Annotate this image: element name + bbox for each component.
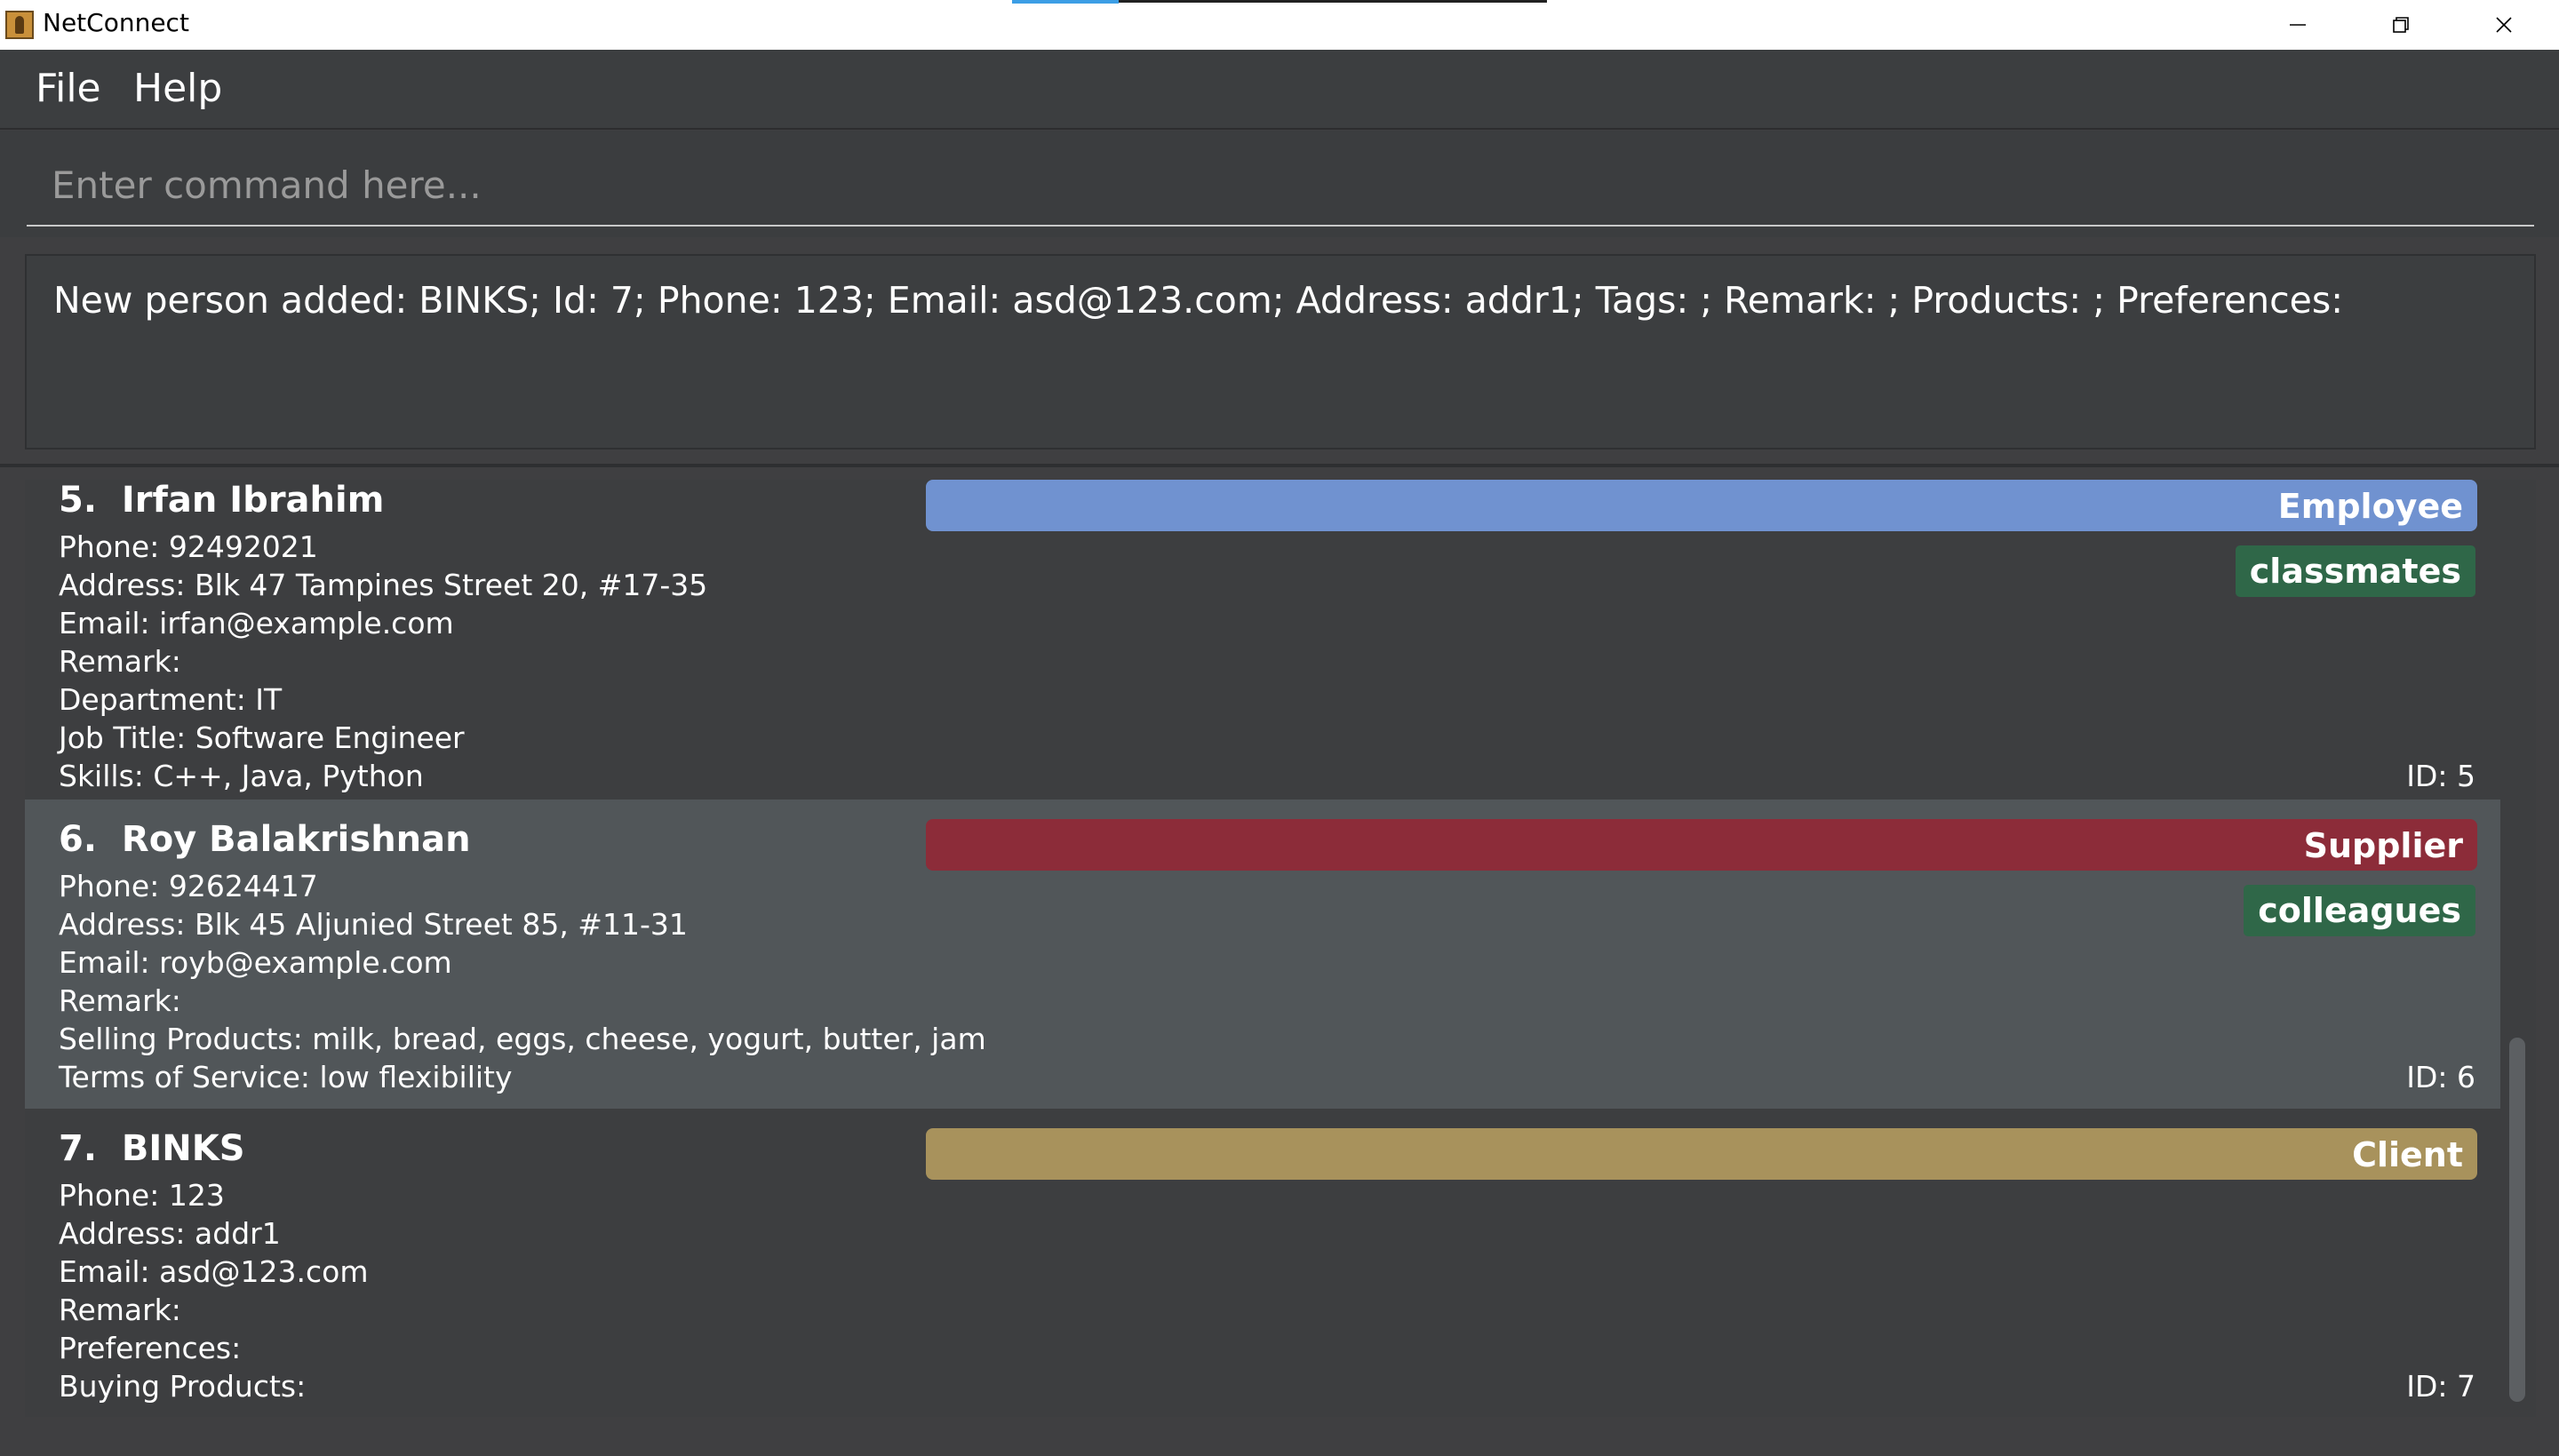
role-label: Client: [2352, 1135, 2463, 1174]
email-field: Email: royb@example.com: [59, 945, 452, 980]
app-logo-icon: [5, 11, 34, 39]
remark-field: Remark:: [59, 644, 181, 679]
person-name: 7. BINKS: [59, 1128, 245, 1169]
person-list[interactable]: 5. Irfan Ibrahim Employee classmates Pho…: [25, 480, 2536, 1417]
app-window: NetConnect File Help New person added: B…: [0, 0, 2559, 1456]
restore-button[interactable]: [2349, 0, 2452, 50]
role-label: Employee: [2277, 487, 2463, 526]
phone-field: Phone: 92492021: [59, 529, 318, 564]
status-bar: [0, 1418, 2559, 1456]
remark-field: Remark:: [59, 983, 181, 1018]
address-field: Address: Blk 47 Tampines Street 20, #17-…: [59, 568, 708, 602]
email-field: Email: asd@123.com: [59, 1254, 369, 1289]
person-name-text: Roy Balakrishnan: [121, 819, 471, 860]
selling-products-field: Selling Products: milk, bread, eggs, che…: [59, 1022, 986, 1056]
person-index: 6.: [59, 819, 98, 860]
title-bar: NetConnect: [0, 0, 2559, 50]
job-title-field: Job Title: Software Engineer: [59, 720, 465, 755]
tag-badge: classmates: [2235, 545, 2475, 597]
list-scrollbar[interactable]: [2504, 480, 2536, 1417]
phone-field: Phone: 123: [59, 1178, 225, 1213]
person-id: ID: 6: [2406, 1060, 2475, 1094]
person-card[interactable]: 6. Roy Balakrishnan Supplier colleagues …: [25, 800, 2500, 1109]
menu-file[interactable]: File: [28, 64, 108, 113]
role-badge: Employee: [926, 480, 2477, 531]
result-display: New person added: BINKS; Id: 7; Phone: 1…: [25, 254, 2536, 450]
window-title: NetConnect: [43, 8, 189, 37]
person-card[interactable]: 5. Irfan Ibrahim Employee classmates Pho…: [25, 480, 2500, 800]
command-box: [0, 131, 2559, 237]
person-name-text: Irfan Ibrahim: [121, 480, 385, 521]
terms-of-service-field: Terms of Service: low flexibility: [59, 1060, 513, 1094]
skills-field: Skills: C++, Java, Python: [59, 759, 424, 793]
menu-help[interactable]: Help: [126, 64, 229, 113]
person-name: 5. Irfan Ibrahim: [59, 480, 384, 521]
result-message: New person added: BINKS; Id: 7; Phone: 1…: [53, 279, 2344, 322]
title-accent-line-dark: [1119, 0, 1547, 3]
close-button[interactable]: [2452, 0, 2555, 50]
person-index: 7.: [59, 1128, 98, 1169]
close-icon: [2496, 17, 2512, 33]
minimize-icon: [2290, 24, 2306, 26]
minimize-button[interactable]: [2246, 0, 2349, 50]
person-index: 5.: [59, 480, 98, 521]
menu-bar: File Help: [0, 50, 2559, 130]
address-field: Address: Blk 45 Aljunied Street 85, #11-…: [59, 907, 688, 942]
phone-field: Phone: 92624417: [59, 869, 318, 903]
person-id: ID: 7: [2406, 1369, 2475, 1404]
address-field: Address: addr1: [59, 1216, 281, 1251]
person-id: ID: 5: [2406, 759, 2475, 793]
remark-field: Remark:: [59, 1293, 181, 1327]
buying-products-field: Buying Products:: [59, 1369, 307, 1404]
role-badge: Supplier: [926, 819, 2477, 871]
person-card[interactable]: 7. BINKS Client Phone: 123 Address: addr…: [25, 1109, 2500, 1417]
role-label: Supplier: [2303, 826, 2463, 865]
title-accent-line: [1012, 0, 1119, 4]
department-field: Department: IT: [59, 682, 283, 717]
role-badge: Client: [926, 1128, 2477, 1180]
command-input[interactable]: [27, 145, 2534, 227]
person-name-text: BINKS: [121, 1128, 245, 1169]
preferences-field: Preferences:: [59, 1331, 242, 1365]
person-name: 6. Roy Balakrishnan: [59, 819, 471, 860]
scrollbar-thumb[interactable]: [2509, 1038, 2525, 1402]
section-divider: [0, 464, 2559, 467]
tag-badge: colleagues: [2244, 885, 2475, 936]
restore-icon: [2393, 17, 2409, 33]
email-field: Email: irfan@example.com: [59, 606, 454, 640]
